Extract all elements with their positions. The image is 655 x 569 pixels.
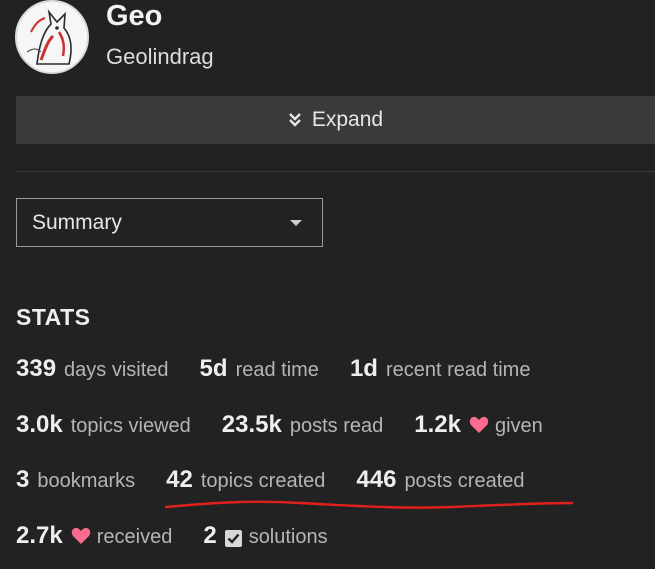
display-name: Geo [106,0,163,32]
stat-value: 2.7k [16,522,63,549]
stats-row: 3.0k topics viewed 23.5k posts read 1.2k… [16,411,574,441]
stats-row: 3 bookmarks 42 topics created 446 posts … [16,466,556,496]
summary-select-value: Summary [32,210,122,234]
stat-label: topics created [200,470,326,492]
stat-label: bookmarks [37,470,136,492]
stat-solutions: 2 solutions [203,522,327,550]
stat-label: posts read [289,415,384,437]
stat-value: 5d [199,355,228,382]
stat-value: 3 [16,466,30,493]
stats-heading: STATS [16,304,91,330]
stat-value: 2 [203,522,217,549]
stat-likes-given: 1.2k given [414,411,543,439]
stat-label: recent read time [385,359,531,381]
stat-label: read time [235,359,319,381]
stat-label: topics viewed [70,415,191,437]
stat-value: 1d [349,355,378,382]
heart-icon [469,416,489,439]
stat-value: 23.5k [221,411,282,438]
caret-down-icon [290,220,302,226]
divider [16,171,655,172]
stat-value: 1.2k [414,411,461,438]
stat-label: posts created [404,470,525,492]
checkbox-icon [224,530,242,547]
stat-label: received [96,526,173,548]
expand-button[interactable]: Expand [16,96,655,144]
stat-value: 446 [356,466,397,493]
username: Geolindrag [106,44,214,69]
stat-read-time: 5d read time [200,355,319,383]
stat-likes-received: 2.7k received [16,522,172,550]
stat-label: solutions [248,526,328,548]
user-avatar[interactable] [15,0,89,74]
heart-icon [71,527,91,550]
stat-posts-read: 23.5k posts read [222,411,383,439]
stat-value: 3.0k [16,411,63,438]
stat-label: days visited [64,359,169,381]
stats-row: 339 days visited 5d read time 1d recent … [16,355,561,385]
stat-label: given [494,415,543,437]
stat-value: 42 [166,466,193,493]
stat-days-visited: 339 days visited [16,355,169,383]
stats-row: 2.7k received 2 solutions [16,522,359,552]
stat-posts-created: 446 posts created [356,466,524,494]
stat-topics-created: 42 topics created [166,466,325,494]
stat-topics-viewed: 3.0k topics viewed [16,411,191,439]
stat-value: 339 [16,355,57,382]
stat-recent-read-time: 1d recent read time [350,355,531,383]
wolf-avatar-icon [17,2,87,72]
double-chevron-down-icon [288,112,302,128]
summary-select[interactable]: Summary [16,198,323,247]
expand-label: Expand [311,108,384,131]
stat-bookmarks: 3 bookmarks [16,466,135,494]
